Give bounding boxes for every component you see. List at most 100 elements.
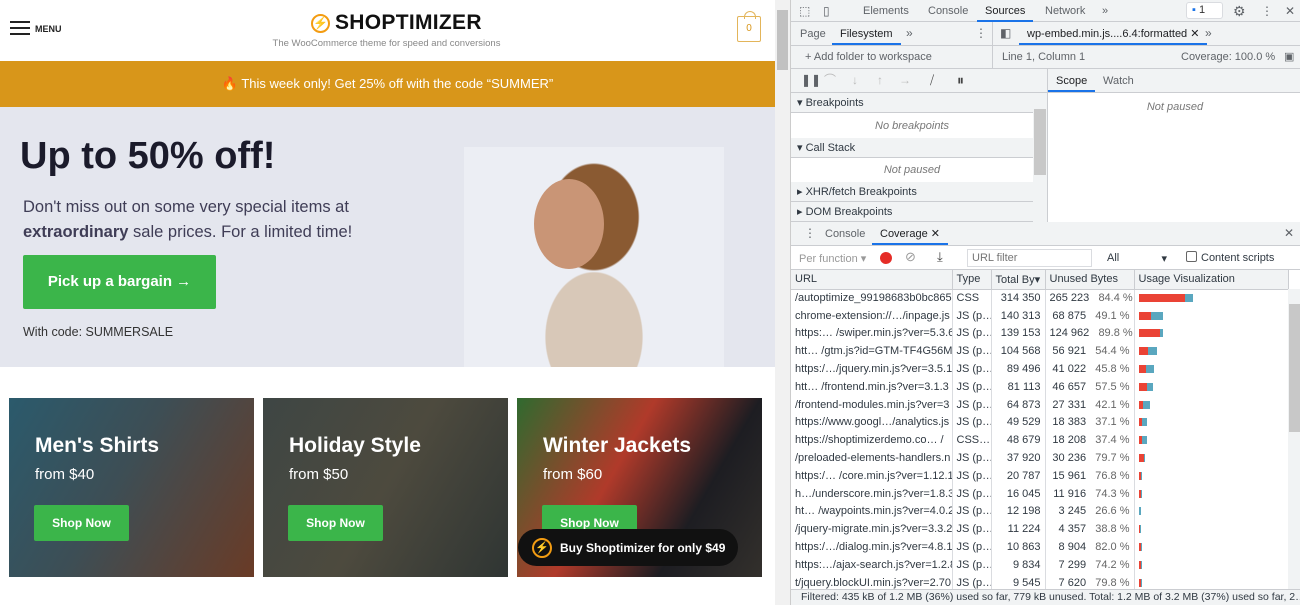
- more-icon[interactable]: »: [1205, 22, 1212, 44]
- section-dom[interactable]: ▸ DOM Breakpoints: [791, 202, 1033, 222]
- tab-watch[interactable]: Watch: [1103, 70, 1134, 92]
- logo[interactable]: ⚡ SHOPTIMIZER: [311, 11, 482, 35]
- export-icon[interactable]: ⤓: [937, 249, 943, 265]
- more-icon[interactable]: »: [906, 22, 913, 44]
- step-into-icon[interactable]: ↓: [852, 69, 858, 91]
- nav-tab-page[interactable]: Page: [800, 23, 826, 45]
- category-card[interactable]: Men's Shirts from $40 Shop Now: [9, 398, 254, 577]
- file-tab[interactable]: wp-embed.min.js....6.4:formatted ✕: [1019, 23, 1208, 45]
- section-call-stack[interactable]: ▾ Call Stack: [791, 138, 1033, 158]
- more-tabs[interactable]: »: [1102, 0, 1108, 22]
- cart-button[interactable]: 0: [737, 11, 761, 42]
- record-icon[interactable]: [880, 252, 892, 264]
- close-drawer-icon[interactable]: ✕: [1284, 222, 1294, 244]
- table-scrollbar[interactable]: [1288, 289, 1300, 589]
- mode-select[interactable]: Per function ▾: [799, 252, 866, 265]
- hamburger-icon[interactable]: [10, 21, 30, 35]
- step-icon[interactable]: →: [899, 69, 911, 91]
- unused-bytes: 7 299: [1058, 558, 1087, 571]
- row-total: 139 153: [991, 324, 1046, 343]
- inspect-icon[interactable]: ⬚: [799, 0, 810, 22]
- deactivate-breakpoints-icon[interactable]: ⧸: [930, 69, 934, 91]
- scroll-thumb[interactable]: [1034, 109, 1046, 175]
- drawer-tab-coverage[interactable]: Coverage ✕: [872, 223, 948, 245]
- device-toolbar-icon[interactable]: ▯: [823, 0, 830, 22]
- buy-pill[interactable]: ⚡ Buy Shoptimizer for only $49: [518, 529, 738, 566]
- pause-icon[interactable]: ❚❚: [801, 69, 821, 91]
- category-card[interactable]: Holiday Style from $50 Shop Now: [263, 398, 508, 577]
- url-filter-input[interactable]: [967, 249, 1092, 267]
- tab-sources[interactable]: Sources: [977, 0, 1034, 22]
- issues-badge[interactable]: ▪ 1: [1186, 2, 1223, 19]
- step-over-icon[interactable]: ⌒: [824, 69, 836, 91]
- col-unused[interactable]: Unused Bytes: [1045, 270, 1135, 290]
- nav-tab-filesystem[interactable]: Filesystem: [832, 23, 901, 45]
- table-row[interactable]: htt… /gtm.js?id=GTM-TF4G56M JS (p… 104 5…: [791, 342, 1289, 361]
- kebab-icon[interactable]: ⋮: [1261, 0, 1273, 22]
- row-unused: 7 299 74.2 %: [1045, 555, 1135, 574]
- bargain-button[interactable]: Pick up a bargain →: [23, 255, 216, 309]
- page-scrollbar-thumb[interactable]: [777, 10, 788, 70]
- table-row[interactable]: https:… /swiper.min.js?ver=5.3.6 JS (p… …: [791, 324, 1289, 343]
- section-breakpoints[interactable]: ▾ Breakpoints: [791, 93, 1033, 113]
- table-row[interactable]: https:/…/dialog.min.js?ver=4.8.1 JS (p… …: [791, 538, 1289, 556]
- tab-network[interactable]: Network: [1045, 0, 1085, 22]
- close-icon[interactable]: ✕: [1285, 0, 1295, 22]
- used-bar: [1141, 471, 1143, 480]
- row-type: JS (p…: [952, 555, 992, 574]
- gear-icon[interactable]: ⚙: [1233, 0, 1246, 22]
- row-total: 314 350: [991, 289, 1046, 307]
- col-type[interactable]: Type: [952, 270, 992, 290]
- type-select[interactable]: All ▾: [1107, 252, 1167, 265]
- table-row[interactable]: /preloaded-elements-handlers.n JS (p… 37…: [791, 449, 1289, 467]
- scroll-thumb[interactable]: [1289, 304, 1300, 432]
- table-row[interactable]: https:/… /core.min.js?ver=1.12.1 JS (p… …: [791, 466, 1289, 485]
- row-unused: 56 921 54.4 %: [1045, 342, 1135, 361]
- table-row[interactable]: https://shoptimizerdemo.co… / CSS… 48 67…: [791, 431, 1289, 450]
- row-type: JS (p…: [952, 538, 992, 556]
- table-row[interactable]: https:…/ajax-search.js?ver=1.2.8 JS (p… …: [791, 555, 1289, 574]
- row-unused: 4 357 38.8 %: [1045, 520, 1135, 539]
- kebab-icon[interactable]: ⋮: [975, 22, 987, 44]
- table-row[interactable]: h…/underscore.min.js?ver=1.8.3 JS (p… 16…: [791, 484, 1289, 503]
- col-url[interactable]: URL: [791, 270, 953, 290]
- table-row[interactable]: htt… /frontend.min.js?ver=3.1.3 JS (p… 8…: [791, 377, 1289, 396]
- table-row[interactable]: ht… /waypoints.min.js?ver=4.0.2 JS (p… 1…: [791, 502, 1289, 521]
- tab-console[interactable]: Console: [928, 0, 968, 22]
- row-viz: [1134, 342, 1289, 361]
- drawer-toggle-icon[interactable]: ▣: [1284, 50, 1294, 63]
- used-bar: [1140, 578, 1142, 587]
- table-row[interactable]: chrome-extension://…/inpage.js JS (p… 14…: [791, 306, 1289, 325]
- row-viz: [1134, 555, 1289, 574]
- kebab-icon[interactable]: ⋮: [804, 222, 816, 244]
- table-row[interactable]: /frontend-modules.min.js?ver=3 JS (p… 64…: [791, 395, 1289, 414]
- table-row[interactable]: https://www.googl…/analytics.js JS (p… 4…: [791, 413, 1289, 432]
- table-row[interactable]: /autoptimize_99198683b0bc865 CSS 314 350…: [791, 289, 1289, 307]
- row-type: CSS: [952, 289, 992, 307]
- content-scripts-checkbox[interactable]: [1186, 251, 1197, 262]
- tab-scope[interactable]: Scope: [1048, 70, 1096, 92]
- clear-icon[interactable]: ⊘: [905, 249, 916, 265]
- page-scrollbar[interactable]: [775, 0, 790, 605]
- col-total[interactable]: Total By▾: [991, 270, 1046, 290]
- menu-label[interactable]: MENU: [35, 24, 62, 34]
- usage-bar: [1138, 525, 1284, 534]
- table-row[interactable]: https:/…/jquery.min.js?ver=3.5.1 JS (p… …: [791, 360, 1289, 378]
- scope-empty: Not paused: [1146, 101, 1204, 113]
- unused-bytes: 46 657: [1052, 380, 1087, 393]
- step-out-icon[interactable]: ↑: [877, 69, 883, 91]
- coverage-status: Filtered: 435 kB of 1.2 MB (36%) used so…: [791, 589, 1300, 605]
- section-xhr[interactable]: ▸ XHR/fetch Breakpoints: [791, 182, 1033, 202]
- toggle-navigator-icon[interactable]: ◧: [1000, 22, 1011, 44]
- shop-now-button[interactable]: Shop Now: [288, 505, 383, 541]
- col-viz[interactable]: Usage Visualization: [1134, 270, 1289, 290]
- drawer-tab-console[interactable]: Console: [825, 223, 865, 245]
- add-folder-button[interactable]: + Add folder to workspace: [805, 51, 932, 63]
- shop-now-button[interactable]: Shop Now: [34, 505, 129, 541]
- unused-pct: 45.8 %: [1095, 363, 1130, 376]
- tab-elements[interactable]: Elements: [863, 0, 909, 22]
- pause-exceptions-icon[interactable]: ⏸: [957, 69, 964, 91]
- sources-subbar: Page Filesystem » ⋮ ◧ wp-embed.min.js...…: [791, 22, 1300, 46]
- sidebar-scrollbar[interactable]: [1033, 93, 1047, 222]
- table-row[interactable]: /jquery-migrate.min.js?ver=3.3.2 JS (p… …: [791, 520, 1289, 539]
